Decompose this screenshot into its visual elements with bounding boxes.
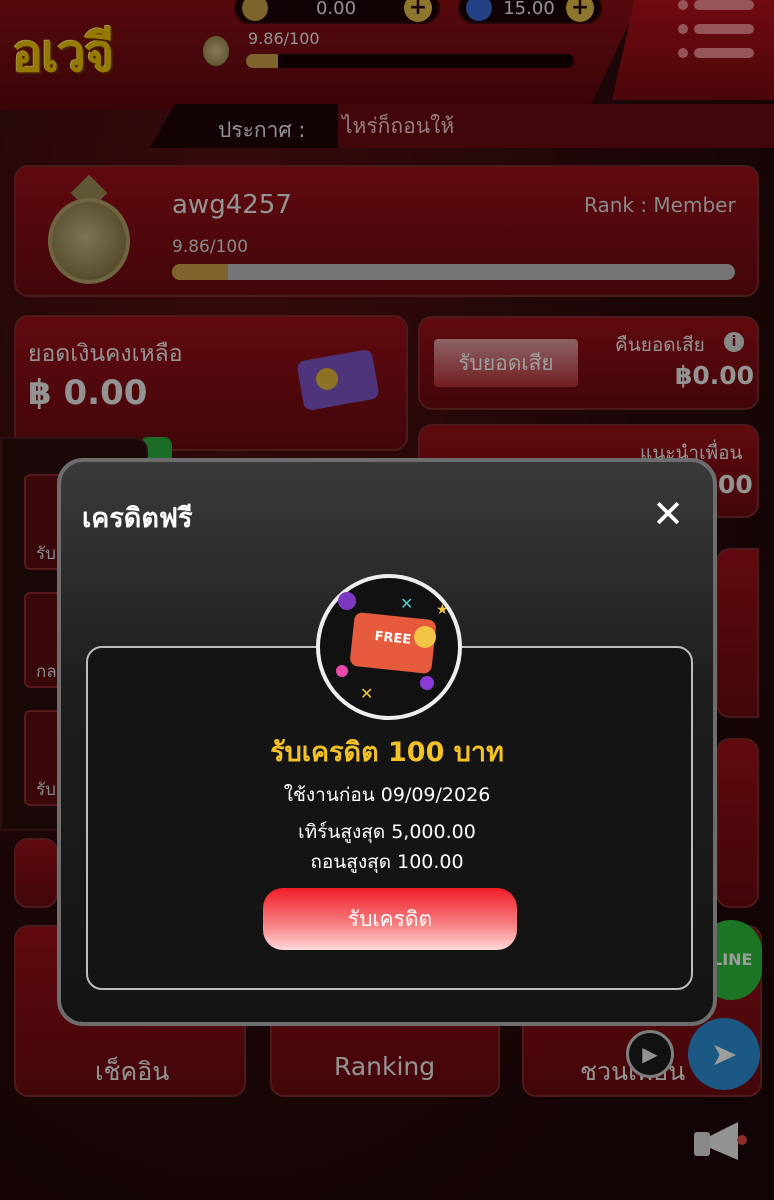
free-badge-text: FREE <box>373 629 412 648</box>
sparkle-icon: ✕ <box>360 684 374 703</box>
claim-credit-button[interactable]: รับเครดิต <box>263 888 517 950</box>
max-withdraw: ถอนสูงสุด 100.00 <box>310 851 464 873</box>
coin-icon <box>414 626 436 648</box>
decor-dot-icon <box>420 676 434 690</box>
max-turnover: เทิร์นสูงสุด 5,000.00 <box>298 821 476 843</box>
decor-ball-icon <box>338 592 356 610</box>
sparkle-icon: ✕ <box>400 594 414 613</box>
star-icon: ★ <box>436 602 449 618</box>
credit-amount: รับเครดิต 100 บาท <box>270 737 504 768</box>
modal-title: เครดิตฟรี <box>82 503 193 534</box>
credit-expiry: ใช้งานก่อน 09/09/2026 <box>283 784 491 806</box>
decor-dot-icon <box>336 665 348 677</box>
close-icon[interactable]: ✕ <box>646 492 690 536</box>
